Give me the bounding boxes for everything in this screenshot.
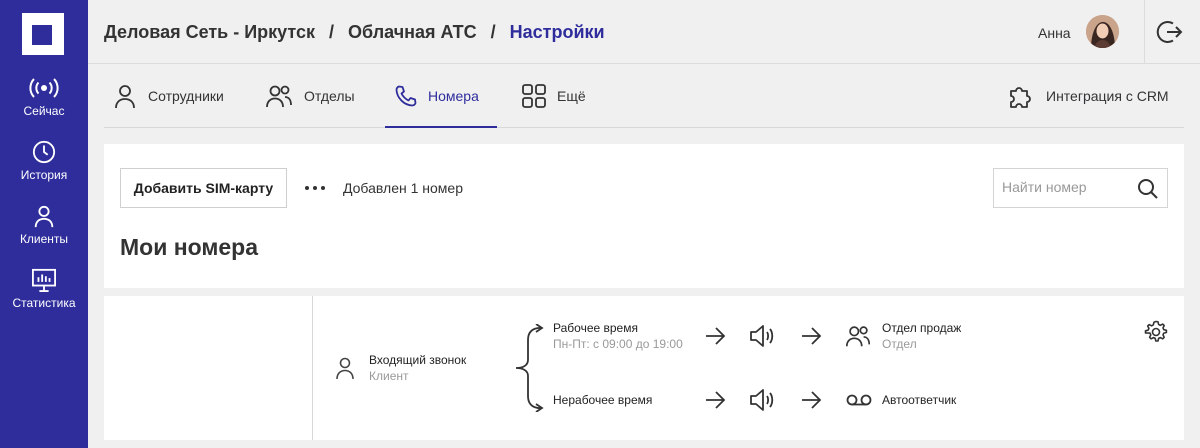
search-box	[993, 168, 1168, 208]
work-time-schedule: Пн-Пт: с 09:00 до 19:00	[553, 337, 683, 351]
sidebar: Сейчас История Клиенты Статистика	[0, 0, 88, 448]
logout-icon	[1156, 21, 1183, 43]
breadcrumb-item[interactable]: Деловая Сеть - Иркутск	[104, 22, 315, 42]
speaker-icon	[750, 325, 774, 347]
search-icon[interactable]	[1137, 178, 1159, 200]
people-icon	[845, 326, 871, 347]
logo-mark	[32, 25, 52, 45]
phone-icon	[395, 85, 417, 107]
sidebar-item-clients[interactable]: Клиенты	[0, 204, 88, 256]
breadcrumb-separator: /	[490, 22, 496, 42]
person-icon	[336, 357, 354, 380]
numbers-toolbar-card: Добавить SIM-карту Добавлен 1 номер Мои …	[104, 144, 1184, 288]
person-icon	[34, 205, 54, 228]
incoming-call-sub: Клиент	[369, 369, 409, 383]
branch-icon	[515, 324, 544, 412]
tab-bar: Сотрудники Отделы Номера Ещё Интеграция …	[104, 64, 1184, 128]
tab-employees[interactable]: Сотрудники	[112, 64, 224, 128]
arrow-right-icon	[802, 327, 822, 345]
answering-machine-title: Автоответчик	[882, 393, 957, 407]
breadcrumb-current: Настройки	[509, 22, 605, 42]
user-name[interactable]: Анна	[1038, 25, 1071, 41]
page-title: Мои номера	[120, 234, 259, 260]
header: Деловая Сеть - Иркутск / Облачная АТС / Наст…	[88, 0, 1200, 64]
number-routing-card: Входящий звонок Клиент Рабочее время Пн-…	[104, 296, 1184, 440]
puzzle-icon	[1010, 87, 1031, 108]
more-options-button[interactable]	[304, 180, 326, 196]
tab-departments[interactable]: Отделы	[264, 64, 355, 128]
people-icon	[266, 85, 292, 108]
speaker-icon	[750, 389, 774, 411]
work-time-title: Рабочее время	[553, 321, 638, 335]
tab-numbers[interactable]: Номера	[394, 64, 479, 128]
avatar-image	[1086, 15, 1119, 48]
add-sim-button[interactable]: Добавить SIM-карту	[120, 168, 287, 208]
dots-icon	[305, 186, 325, 190]
arrow-right-icon	[706, 391, 726, 409]
arrow-right-icon	[706, 327, 726, 345]
voicemail-icon	[846, 394, 872, 406]
crm-integration-link[interactable]: Интеграция с CRM	[1008, 64, 1169, 128]
nonwork-time-title: Нерабочее время	[553, 393, 653, 407]
tab-label: Сотрудники	[148, 88, 224, 104]
sales-dept-sub: Отдел	[882, 337, 917, 351]
sales-dept-title: Отдел продаж	[882, 321, 962, 335]
arrow-right-icon	[802, 391, 822, 409]
logo[interactable]	[22, 13, 64, 55]
sidebar-item-history[interactable]: История	[0, 140, 88, 192]
tab-more[interactable]: Ещё	[521, 64, 586, 128]
sidebar-item-label: Клиенты	[19, 232, 69, 246]
incoming-call-title: Входящий звонок	[369, 353, 467, 367]
tab-label: Отделы	[304, 88, 355, 104]
gear-icon[interactable]	[1144, 320, 1168, 344]
active-tab-indicator	[385, 126, 497, 128]
breadcrumb-separator: /	[329, 22, 335, 42]
broadcast-icon	[29, 78, 59, 98]
breadcrumb: Деловая Сеть - Иркутск / Облачная АТС / Наст…	[104, 22, 605, 43]
breadcrumb-item[interactable]: Облачная АТС	[348, 22, 477, 42]
sidebar-item-statistics[interactable]: Статистика	[0, 268, 88, 320]
logout-button[interactable]	[1156, 18, 1184, 46]
person-icon	[115, 85, 135, 109]
search-input[interactable]	[1002, 179, 1132, 195]
sidebar-item-now[interactable]: Сейчас	[0, 76, 88, 128]
chart-icon	[32, 268, 56, 292]
sidebar-item-label: История	[20, 168, 68, 182]
tab-label: Ещё	[557, 88, 586, 104]
crm-label: Интеграция с CRM	[1046, 88, 1169, 104]
card-divider	[312, 296, 313, 440]
tab-label: Номера	[428, 88, 479, 104]
sidebar-item-label: Статистика	[12, 296, 76, 310]
sidebar-item-label: Сейчас	[23, 104, 65, 118]
grid-icon	[522, 84, 546, 108]
added-count-text: Добавлен 1 номер	[343, 180, 463, 196]
clock-icon	[32, 140, 56, 164]
avatar[interactable]	[1086, 15, 1119, 48]
header-divider	[1144, 0, 1145, 64]
